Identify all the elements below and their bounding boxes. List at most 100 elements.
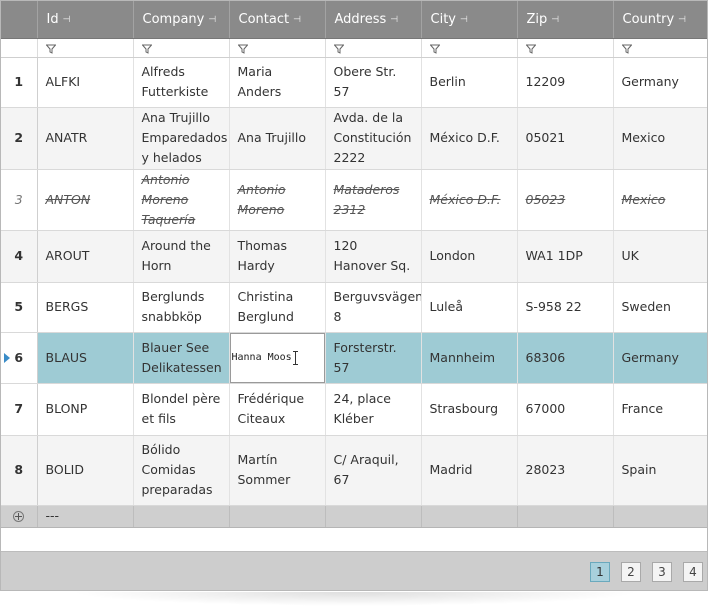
cell-zip[interactable]: 05023 — [517, 169, 614, 231]
column-header-country[interactable]: Country ⊣ — [613, 1, 707, 39]
cell-company[interactable]: Antonio Moreno Taquería — [133, 169, 230, 231]
filter-icon[interactable] — [525, 44, 536, 54]
filter-icon[interactable] — [429, 44, 440, 54]
cell-city[interactable]: Luleå — [421, 282, 518, 333]
cell-company[interactable]: Around the Horn — [133, 230, 230, 283]
row-number[interactable]: 1 — [1, 57, 38, 108]
add-row-icon[interactable] — [13, 511, 25, 522]
cell-company[interactable]: Alfreds Futterkiste — [133, 57, 230, 108]
cell-id[interactable]: BLAUS — [37, 332, 134, 384]
pin-icon[interactable]: ⊣ — [293, 15, 301, 25]
cell-contact[interactable]: Ana Trujillo — [229, 107, 326, 170]
page-button-1[interactable]: 1 — [590, 562, 610, 582]
column-header-city[interactable]: City ⊣ — [421, 1, 518, 39]
column-header-zip[interactable]: Zip ⊣ — [517, 1, 614, 39]
column-header-address[interactable]: Address ⊣ — [325, 1, 422, 39]
cell-id[interactable]: BLONP — [37, 383, 134, 436]
cell-id[interactable]: AROUT — [37, 230, 134, 283]
cell-zip[interactable]: 12209 — [517, 57, 614, 108]
row-number[interactable]: 6 — [1, 332, 38, 384]
new-row-cell-city[interactable] — [421, 505, 518, 528]
filter-cell-contact[interactable] — [229, 38, 326, 58]
cell-address[interactable]: 24, place Kléber — [325, 383, 422, 436]
column-header-id[interactable]: Id ⊣ — [37, 1, 134, 39]
cell-country[interactable]: Sweden — [613, 282, 707, 333]
cell-id[interactable]: ANTON — [37, 169, 134, 231]
filter-icon[interactable] — [333, 44, 344, 54]
table-row[interactable]: 4 AROUT Around the Horn Thomas Hardy 120 Han… — [1, 230, 707, 283]
table-row[interactable]: 8 BOLID Bólido Comidas preparadas Martín So… — [1, 435, 707, 506]
filter-cell-company[interactable] — [133, 38, 230, 58]
cell-country[interactable]: UK — [613, 230, 707, 283]
cell-company[interactable]: Bólido Comidas preparadas — [133, 435, 230, 506]
cell-zip[interactable]: WA1 1DP — [517, 230, 614, 283]
filter-cell-country[interactable] — [613, 38, 707, 58]
cell-zip[interactable]: 28023 — [517, 435, 614, 506]
new-row-indicator[interactable] — [1, 505, 38, 528]
cell-editor-input[interactable]: Hanna Moos — [229, 332, 324, 382]
row-number[interactable]: 7 — [1, 383, 38, 436]
pin-icon[interactable]: ⊣ — [460, 15, 468, 25]
cell-contact[interactable]: Hanna Moos — [229, 332, 326, 384]
new-row-cell-address[interactable] — [325, 505, 422, 528]
cell-zip[interactable]: 67000 — [517, 383, 614, 436]
cell-contact[interactable]: Christina Berglund — [229, 282, 326, 333]
new-row-cell-contact[interactable] — [229, 505, 326, 528]
row-number[interactable]: 3 — [1, 169, 38, 231]
cell-city[interactable]: México D.F. — [421, 107, 518, 170]
new-row-cell-id[interactable]: --- — [37, 505, 134, 528]
cell-contact[interactable]: Thomas Hardy — [229, 230, 326, 283]
filter-cell-city[interactable] — [421, 38, 518, 58]
filter-cell-id[interactable] — [37, 38, 134, 58]
new-row-cell-country[interactable] — [613, 505, 707, 528]
filter-cell-zip[interactable] — [517, 38, 614, 58]
row-number[interactable]: 8 — [1, 435, 38, 506]
cell-contact[interactable]: Martín Sommer — [229, 435, 326, 506]
cell-city[interactable]: México D.F. — [421, 169, 518, 231]
cell-id[interactable]: ALFKI — [37, 57, 134, 108]
cell-id[interactable]: ANATR — [37, 107, 134, 170]
table-row[interactable]: 6 BLAUS Blauer See Delikatessen Hanna Moos F… — [1, 332, 707, 384]
cell-company[interactable]: Berglunds snabbköp — [133, 282, 230, 333]
page-button-3[interactable]: 3 — [652, 562, 672, 582]
cell-country[interactable]: Germany — [613, 57, 707, 108]
cell-contact[interactable]: Frédérique Citeaux — [229, 383, 326, 436]
filter-cell-address[interactable] — [325, 38, 422, 58]
cell-city[interactable]: London — [421, 230, 518, 283]
filter-icon[interactable] — [45, 44, 56, 54]
cell-id[interactable]: BERGS — [37, 282, 134, 333]
cell-contact[interactable]: Maria Anders — [229, 57, 326, 108]
cell-city[interactable]: Berlin — [421, 57, 518, 108]
page-button-2[interactable]: 2 — [621, 562, 641, 582]
row-number[interactable]: 5 — [1, 282, 38, 333]
cell-contact[interactable]: Antonio Moreno — [229, 169, 326, 231]
table-row[interactable]: 2 ANATR Ana Trujillo Emparedados y helados… — [1, 107, 707, 170]
table-row[interactable]: 5 BERGS Berglunds snabbköp Christina Berglu… — [1, 282, 707, 333]
cell-city[interactable]: Strasbourg — [421, 383, 518, 436]
table-row[interactable]: 7 BLONP Blondel père et fils Frédérique Cit… — [1, 383, 707, 436]
cell-country[interactable]: Mexico — [613, 107, 707, 170]
pin-icon[interactable]: ⊣ — [208, 15, 216, 25]
cell-city[interactable]: Madrid — [421, 435, 518, 506]
filter-icon[interactable] — [621, 44, 632, 54]
cell-address[interactable]: 120 Hanover Sq. — [325, 230, 422, 283]
cell-address[interactable]: Forsterstr. 57 — [325, 332, 422, 384]
pin-icon[interactable]: ⊣ — [551, 15, 559, 25]
cell-city[interactable]: Mannheim — [421, 332, 518, 384]
filter-icon[interactable] — [141, 44, 152, 54]
filter-icon[interactable] — [237, 44, 248, 54]
row-number[interactable]: 4 — [1, 230, 38, 283]
cell-zip[interactable]: 05021 — [517, 107, 614, 170]
new-row[interactable]: --- — [1, 505, 707, 528]
cell-address[interactable]: Berguvsvägen 8 — [325, 282, 422, 333]
cell-address[interactable]: Avda. de la Constitución 2222 — [325, 107, 422, 170]
column-header-company[interactable]: Company ⊣ — [133, 1, 230, 39]
pin-icon[interactable]: ⊣ — [390, 15, 398, 25]
cell-country[interactable]: France — [613, 383, 707, 436]
table-row[interactable]: 1 ALFKI Alfreds Futterkiste Maria Anders Obe… — [1, 57, 707, 108]
new-row-cell-zip[interactable] — [517, 505, 614, 528]
new-row-cell-company[interactable] — [133, 505, 230, 528]
cell-address[interactable]: Mataderos 2312 — [325, 169, 422, 231]
cell-company[interactable]: Blauer See Delikatessen — [133, 332, 230, 384]
table-row[interactable]: 3 ANTON Antonio Moreno Taquería Antonio Mor… — [1, 169, 707, 231]
